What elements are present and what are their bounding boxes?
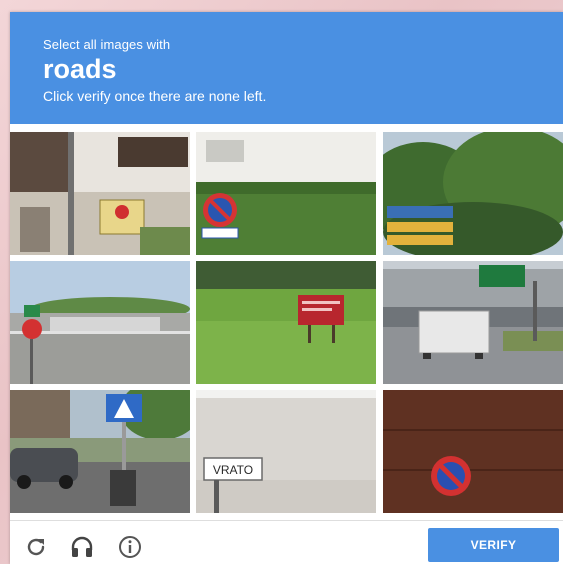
image-tile-4[interactable] [10,261,190,384]
info-icon[interactable] [118,535,142,559]
captcha-frame: Select all images with roads Click verif… [10,12,563,564]
challenge-header: Select all images with roads Click verif… [10,12,563,124]
image-tile-5[interactable] [196,261,376,384]
image-tile-2[interactable] [196,132,376,255]
headphones-icon[interactable] [70,535,94,559]
image-tile-8[interactable]: VRATO [196,390,376,513]
image-tile-9[interactable] [383,390,563,513]
verify-button[interactable]: VERIFY [428,528,559,562]
image-tile-1[interactable] [10,132,190,255]
instruction-prefix: Select all images with [43,37,171,52]
image-grid: VRATO [10,132,563,520]
image-tile-6[interactable] [383,261,563,384]
captcha-footer: VERIFY [10,520,563,564]
challenge-target: roads [43,54,117,84]
reload-icon[interactable] [24,535,48,559]
tile-sign-text: VRATO [213,463,253,477]
instruction-suffix: Click verify once there are none left. [43,88,267,104]
image-tile-3[interactable] [383,132,563,255]
image-tile-7[interactable] [10,390,190,513]
